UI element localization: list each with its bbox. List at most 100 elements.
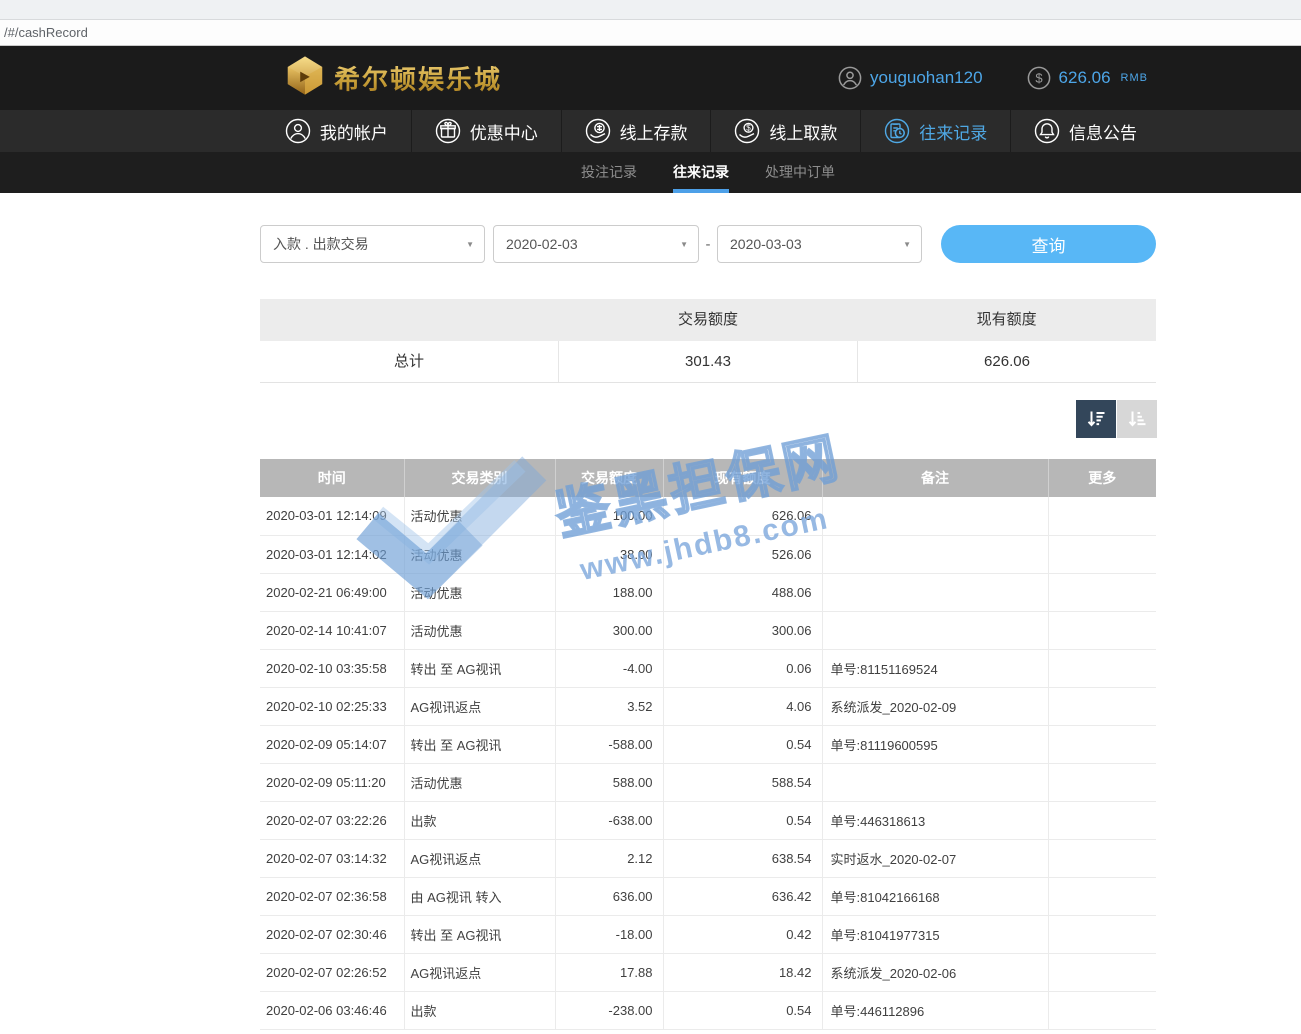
balance-currency: RMB (1121, 72, 1148, 84)
date-from-select[interactable]: 2020-02-03 ▼ (493, 225, 699, 263)
transaction-type-select[interactable]: 入款 . 出款交易 ▼ (260, 225, 485, 263)
cell-balance: 0.54 (663, 991, 822, 1029)
col-header-balance: 现有额度 (663, 459, 822, 497)
search-button[interactable]: 查询 (941, 225, 1156, 263)
cell-more (1048, 877, 1156, 915)
nav-item-promotions[interactable]: 优惠中心 (412, 110, 562, 152)
date-range-separator: - (699, 236, 717, 253)
main-nav: 我的帐户 优惠中心 线上存款 $ (0, 110, 1301, 152)
site-header: 希尔顿娱乐城 youguohan120 $ 626.06 RMB (0, 46, 1301, 110)
cell-more (1048, 497, 1156, 535)
gift-icon (435, 118, 461, 144)
nav-label: 信息公告 (1069, 119, 1137, 144)
account-balance[interactable]: $ 626.06 RMB (1027, 66, 1148, 90)
clipboard-clock-icon (884, 118, 910, 144)
tab-bet-records[interactable]: 投注记录 (581, 152, 637, 193)
cell-note: 单号:81119600595 (822, 725, 1048, 763)
nav-item-deposit[interactable]: 线上存款 (562, 110, 712, 152)
cell-balance: 638.54 (663, 839, 822, 877)
account-area: youguohan120 $ 626.06 RMB (838, 66, 1148, 90)
cell-amount: 588.00 (555, 763, 663, 801)
summary-table: 交易额度 现有额度 总计 301.43 626.06 (260, 299, 1156, 383)
table-row: 2020-02-10 03:35:58 转出 至 AG视讯 -4.00 0.06… (260, 649, 1156, 687)
cell-amount: 38.00 (555, 535, 663, 573)
cell-more (1048, 573, 1156, 611)
cell-time: 2020-02-07 03:22:26 (260, 801, 404, 839)
sort-ascending-button[interactable] (1117, 400, 1157, 438)
cell-time: 2020-02-21 06:49:00 (260, 573, 404, 611)
records-table-body: 2020-03-01 12:14:09 活动优惠 100.00 626.06 2… (260, 497, 1156, 1029)
table-row: 2020-02-07 02:36:58 由 AG视讯 转入 636.00 636… (260, 877, 1156, 915)
nav-item-my-account[interactable]: 我的帐户 (262, 110, 412, 152)
col-header-more: 更多 (1048, 459, 1156, 497)
cell-balance: 0.54 (663, 725, 822, 763)
cell-amount: 188.00 (555, 573, 663, 611)
cell-note: 实时返水_2020-02-07 (822, 839, 1048, 877)
cell-more (1048, 915, 1156, 953)
tab-label: 处理中订单 (765, 164, 835, 180)
nav-label: 往来记录 (919, 119, 987, 144)
col-header-type: 交易类别 (404, 459, 555, 497)
tab-pending-orders[interactable]: 处理中订单 (765, 152, 835, 193)
cell-time: 2020-02-07 02:26:52 (260, 953, 404, 991)
chevron-down-icon: ▼ (903, 226, 911, 264)
cell-balance: 0.54 (663, 801, 822, 839)
cell-balance: 18.42 (663, 953, 822, 991)
nav-item-records[interactable]: 往来记录 (861, 110, 1011, 152)
tab-label: 往来记录 (673, 164, 729, 180)
cell-more (1048, 839, 1156, 877)
sort-descending-button[interactable] (1076, 400, 1116, 438)
cell-amount: 17.88 (555, 953, 663, 991)
sub-nav: 投注记录 往来记录 处理中订单 (0, 152, 1301, 193)
cell-time: 2020-02-10 02:25:33 (260, 687, 404, 725)
summary-header-current: 现有额度 (857, 299, 1156, 341)
sort-ascending-icon (1126, 408, 1148, 430)
cell-note: 单号:446318613 (822, 801, 1048, 839)
nav-item-announcements[interactable]: 信息公告 (1011, 110, 1160, 152)
cell-type: 活动优惠 (404, 497, 555, 535)
nav-label: 线上存款 (620, 119, 688, 144)
cell-balance: 0.42 (663, 915, 822, 953)
cell-more (1048, 535, 1156, 573)
svg-text:$: $ (1035, 71, 1043, 86)
cell-more (1048, 801, 1156, 839)
svg-text:$: $ (747, 124, 752, 133)
cell-note: 单号:81042166168 (822, 877, 1048, 915)
nav-item-withdraw[interactable]: $ 线上取款 (711, 110, 861, 152)
tab-cash-records[interactable]: 往来记录 (673, 152, 729, 193)
cell-more (1048, 725, 1156, 763)
chevron-down-icon: ▼ (466, 226, 474, 264)
cell-time: 2020-03-01 12:14:02 (260, 535, 404, 573)
cell-more (1048, 687, 1156, 725)
cell-time: 2020-02-07 02:36:58 (260, 877, 404, 915)
user-icon (285, 118, 311, 144)
brand-logo[interactable]: 希尔顿娱乐城 (284, 55, 502, 102)
cell-balance: 4.06 (663, 687, 822, 725)
cell-type: 由 AG视讯 转入 (404, 877, 555, 915)
cell-note (822, 497, 1048, 535)
cell-more (1048, 991, 1156, 1029)
table-row: 2020-02-07 02:30:46 转出 至 AG视讯 -18.00 0.4… (260, 915, 1156, 953)
cell-more (1048, 953, 1156, 991)
date-to-select[interactable]: 2020-03-03 ▼ (717, 225, 922, 263)
cell-balance: 626.06 (663, 497, 822, 535)
account-user[interactable]: youguohan120 (838, 66, 983, 90)
records-table-header: 时间 交易类别 交易额度 现有额度 备注 更多 (260, 459, 1156, 497)
cell-balance: 488.06 (663, 573, 822, 611)
sort-controls (1076, 400, 1157, 438)
cell-amount: 636.00 (555, 877, 663, 915)
cell-balance: 636.42 (663, 877, 822, 915)
select-value: 入款 . 出款交易 (273, 236, 369, 252)
table-row: 2020-02-07 03:22:26 出款 -638.00 0.54 单号:4… (260, 801, 1156, 839)
table-row: 2020-02-06 03:46:46 出款 -238.00 0.54 单号:4… (260, 991, 1156, 1029)
cell-amount: 3.52 (555, 687, 663, 725)
cell-time: 2020-02-10 03:35:58 (260, 649, 404, 687)
cell-note (822, 573, 1048, 611)
address-bar[interactable]: /#/cashRecord (0, 20, 1301, 46)
cell-note: 单号:446112896 (822, 991, 1048, 1029)
table-row: 2020-02-07 02:26:52 AG视讯返点 17.88 18.42 系… (260, 953, 1156, 991)
nav-label: 线上取款 (769, 119, 837, 144)
cell-type: 转出 至 AG视讯 (404, 725, 555, 763)
cell-balance: 300.06 (663, 611, 822, 649)
brand-cube-icon (284, 55, 326, 102)
